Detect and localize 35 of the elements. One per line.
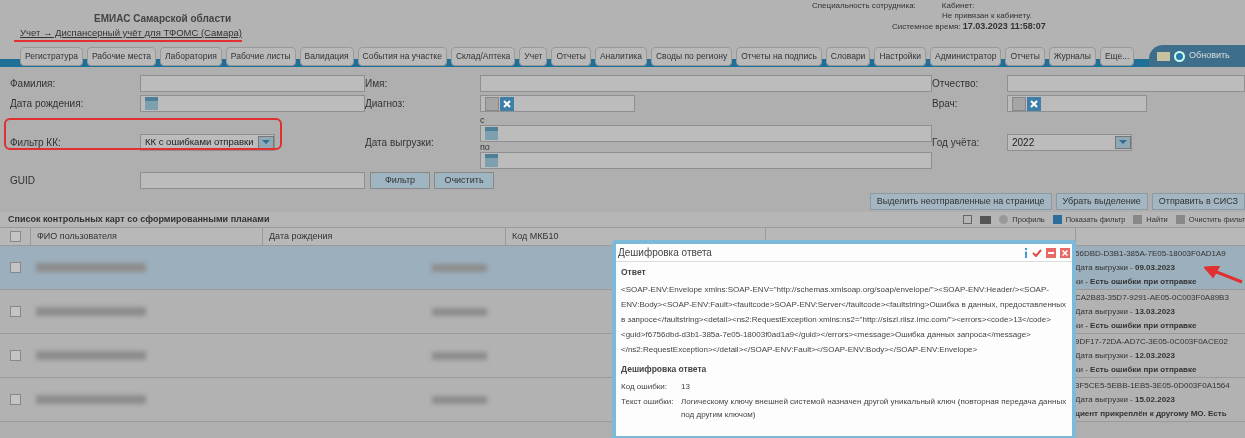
field-value: 13 [681,380,691,393]
field-label: Имя: [365,77,389,91]
field-label: GUID [10,174,36,188]
field-label: Фильтр КК: [10,135,62,150]
guid-text: 3F5CE5-5EBB-1EB5-3E05-0D003F0A1564 [1075,380,1230,390]
time-label: Системное время: [892,22,962,31]
field-label: Год учёта: [932,135,981,150]
from-label: с [480,115,486,125]
cabinet-label: Кабинет: [941,1,975,11]
field-label: Код ошибки: [621,380,668,393]
app-title: ЕМИАС Самарской области [94,13,232,24]
field-label: Дата выгрузки: [365,135,435,150]
status-text: ки - Есть ошибки при отправке [1075,320,1197,330]
field-label: Отчество: [932,77,980,91]
table-title: Список контрольных карт со сформированными планами [8,212,270,226]
status-text: циент прикреплён к другому МО. Есть [1075,408,1227,418]
guid-text: 9DF17-72DA-AD7C-3E05-0C003F0ACE02 [1075,336,1228,346]
time-value: 17.03.2023 11:58:07 [962,21,1046,31]
status-text: ки - Есть ошибки при отправке [1075,364,1197,374]
cabinet-value: Не привязан к кабинету. [942,11,1032,20]
guid-text: 56DBD-D3B1-385A-7E05-18003F0AD1A9 [1075,248,1226,258]
status-text: ки - Есть ошибки при отправке [1075,276,1197,286]
to-label: по [480,142,491,152]
field-label: Фамилия: [10,77,57,91]
field-label: Диагноз: [365,97,406,111]
response-text: <SOAP-ENV:Envelope xmlns:SOAP-ENV="http://schemas.xmlsoap.org/soap/envelope/"><SOAP-ENV:Header/><SOAP-ENV:Body><SOAP-ENV:Fault><faultcode>SOAP-ENV:Server</faultcode><faultstring>Ошибка в данных, предоставленных в запросе</faultstring><detail><ns2:RequestException xmlns:ns2="http://siszl.riisz.imc.com/"><errors><code>13</code><guid>f6756dbd-d3b1-385a-7e05-18003f0ad1a9</guid></errors><message>Ошибка данных запроса</message></ns2:RequestException></detail></SOAP-ENV:Fault></SOAP-ENV:Body></SOAP-ENV:Envelope> [621,283,1067,356]
guid-text: CA2B83-35D7-9291-AE05-0C003F0A89B3 [1075,292,1229,302]
section-heading: Ответ [621,266,647,279]
dialog-title: Дешифровка ответа [618,246,712,260]
field-label: Дата рождения: [10,97,85,111]
field-label: Врач: [932,97,959,111]
specialty-label: Специальность сотрудника: [812,1,916,11]
section-heading: Дешифровка ответа [621,362,708,376]
field-label: Текст ошибки: [621,395,675,408]
field-value: Логическому ключу внешней системой назначен другой уникальный ключ (повторная передача данных под другим ключом) [681,395,1067,421]
